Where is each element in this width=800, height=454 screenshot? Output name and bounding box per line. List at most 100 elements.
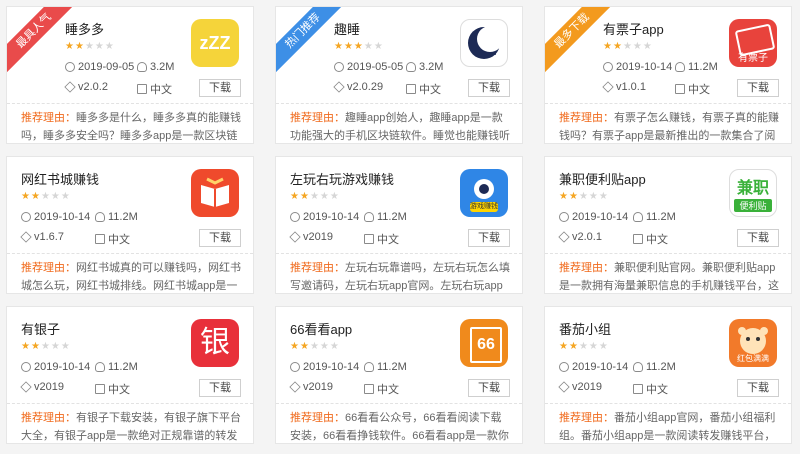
release-date: 2019-10-14	[559, 361, 628, 373]
clock-icon	[21, 212, 31, 222]
clock-icon	[21, 362, 31, 372]
file-size: 11.2M	[633, 361, 676, 373]
app-card[interactable]: 番茄小组 ★★★★★ 2019-10-14 11.2M v2019 中文 红包满…	[544, 306, 792, 444]
recommend-reason: 推荐理由：有票子怎么赚钱，有票子真的能赚钱吗？有票子app是最新推出的一款集合了…	[559, 112, 779, 142]
money-cards-icon[interactable]: 有票子	[729, 19, 777, 67]
disk-icon	[364, 212, 374, 222]
release-date: 2019-10-14	[290, 361, 359, 373]
version: v2.0.29	[333, 81, 383, 93]
recommend-reason: 推荐理由：有银子下载安装，有银子旗下平台大全，有银子app是一款绝对正规靠谱的转…	[21, 412, 241, 442]
download-button[interactable]: 下载	[468, 229, 510, 247]
version: v2.0.1	[558, 231, 602, 243]
app-title[interactable]: 左玩右玩游戏赚钱	[290, 169, 394, 188]
book-66-icon[interactable]: 66	[460, 319, 508, 367]
app-card[interactable]: 热门推荐 趣睡 ★★★★★ 2019-05-05 3.2M v2.0.29 中文…	[275, 6, 523, 144]
version: v1.0.1	[602, 81, 646, 93]
rating-stars: ★★★★★	[559, 341, 609, 352]
recommend-reason: 推荐理由：兼职便利贴官网。兼职便利贴app是一款拥有海量兼职信息的手机赚钱平台，…	[559, 262, 779, 292]
disk-icon	[406, 62, 416, 72]
app-card[interactable]: 最具人气 睡多多 ★★★★★ 2019-09-05 3.2M v2.0.2 中文…	[6, 6, 254, 144]
document-icon	[95, 384, 105, 394]
layers-icon	[20, 231, 32, 243]
disk-icon	[137, 62, 147, 72]
divider	[7, 253, 253, 254]
file-size: 3.2M	[406, 61, 443, 73]
document-icon	[364, 384, 374, 394]
moon-icon[interactable]	[460, 19, 508, 67]
document-icon	[633, 384, 643, 394]
version: v2.0.2	[64, 81, 108, 93]
language: 中文	[406, 81, 441, 97]
app-card[interactable]: 66看看app ★★★★★ 2019-10-14 11.2M v2019 中文 …	[275, 306, 523, 444]
download-button[interactable]: 下载	[199, 379, 241, 397]
release-date: 2019-09-05	[65, 61, 134, 73]
hamster-icon[interactable]: 红包满满	[729, 319, 777, 367]
layers-icon	[20, 381, 32, 393]
divider	[7, 403, 253, 404]
recommend-reason: 推荐理由：网红书城真的可以赚钱吗，网红书城怎么玩，网红书城排线。网红书城app是…	[21, 262, 241, 292]
download-button[interactable]: 下载	[737, 79, 779, 97]
layers-icon	[289, 381, 301, 393]
download-button[interactable]: 下载	[199, 229, 241, 247]
file-size: 3.2M	[137, 61, 174, 73]
layers-icon	[333, 81, 345, 93]
document-icon	[675, 84, 685, 94]
language: 中文	[633, 381, 668, 397]
app-title[interactable]: 有银子	[21, 319, 60, 338]
clock-icon	[334, 62, 344, 72]
app-card[interactable]: 网红书城赚钱 ★★★★★ 2019-10-14 11.2M v1.6.7 中文 …	[6, 156, 254, 294]
language: 中文	[675, 81, 710, 97]
language: 中文	[137, 81, 172, 97]
download-button[interactable]: 下载	[468, 79, 510, 97]
version: v2019	[289, 231, 333, 243]
recommend-reason: 推荐理由：66看看公众号，66看看阅读下载安装，66看看挣钱软件。66看看app…	[290, 412, 509, 442]
file-size: 11.2M	[95, 211, 138, 223]
disk-icon	[95, 212, 105, 222]
app-title[interactable]: 网红书城赚钱	[21, 169, 99, 188]
download-button[interactable]: 下载	[199, 79, 241, 97]
app-title[interactable]: 趣睡	[334, 19, 360, 38]
app-card[interactable]: 兼职便利贴app ★★★★★ 2019-10-14 11.2M v2.0.1 中…	[544, 156, 792, 294]
app-title[interactable]: 番茄小组	[559, 319, 611, 338]
download-button[interactable]: 下载	[737, 229, 779, 247]
app-title[interactable]: 睡多多	[65, 19, 104, 38]
document-icon	[406, 84, 416, 94]
clock-icon	[65, 62, 75, 72]
document-icon	[137, 84, 147, 94]
language: 中文	[633, 231, 668, 247]
yin-icon[interactable]: 银	[191, 319, 239, 367]
app-card[interactable]: 最多下载 有票子app ★★★★★ 2019-10-14 11.2M v1.0.…	[544, 6, 792, 144]
app-title[interactable]: 有票子app	[603, 19, 664, 38]
layers-icon	[64, 81, 76, 93]
file-size: 11.2M	[364, 211, 407, 223]
clock-icon	[290, 362, 300, 372]
jianzhi-icon[interactable]: 兼职 便利贴	[729, 169, 777, 217]
disk-icon	[633, 362, 643, 372]
release-date: 2019-10-14	[559, 211, 628, 223]
divider	[276, 403, 522, 404]
app-card[interactable]: 有银子 ★★★★★ 2019-10-14 11.2M v2019 中文 银 下载…	[6, 306, 254, 444]
app-grid: 最具人气 睡多多 ★★★★★ 2019-09-05 3.2M v2.0.2 中文…	[0, 0, 800, 454]
divider	[545, 103, 791, 104]
divider	[545, 253, 791, 254]
download-button[interactable]: 下载	[737, 379, 779, 397]
layers-icon	[289, 231, 301, 243]
app-card[interactable]: 左玩右玩游戏赚钱 ★★★★★ 2019-10-14 11.2M v2019 中文…	[275, 156, 523, 294]
divider	[276, 103, 522, 104]
language: 中文	[364, 231, 399, 247]
release-date: 2019-10-14	[603, 61, 672, 73]
version: v2019	[20, 381, 64, 393]
app-title[interactable]: 66看看app	[290, 319, 352, 338]
layers-icon	[558, 381, 570, 393]
recommend-reason: 推荐理由：番茄小组app官网，番茄小组福利组。番茄小组app是一款阅读转发赚钱平…	[559, 412, 776, 442]
monster-icon[interactable]: 游戏赚钱	[460, 169, 508, 217]
app-title[interactable]: 兼职便利贴app	[559, 169, 646, 188]
zzz-sleep-icon[interactable]: zZZ	[191, 19, 239, 67]
download-button[interactable]: 下载	[468, 379, 510, 397]
version: v2019	[558, 381, 602, 393]
release-date: 2019-10-14	[290, 211, 359, 223]
divider	[276, 253, 522, 254]
divider	[545, 403, 791, 404]
layers-icon	[602, 81, 614, 93]
book-icon[interactable]	[191, 169, 239, 217]
